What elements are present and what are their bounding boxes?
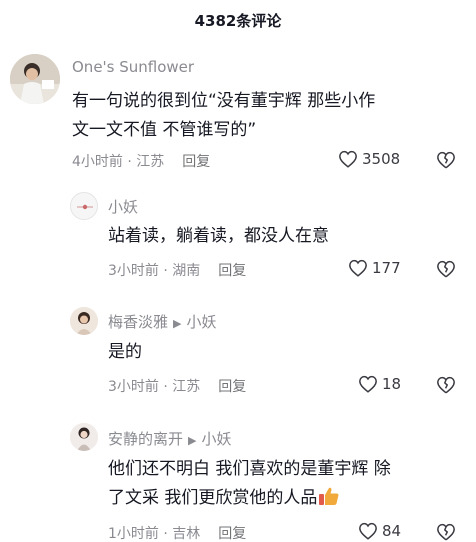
reply-author-line: 安静的离开 ▶ 小妖 — [108, 428, 232, 449]
avatar-image — [70, 423, 98, 451]
heart-outline-icon — [359, 522, 377, 540]
reply-text-line-2: 了文采 我们更欣赏他的人品 — [108, 488, 318, 508]
reply-to-user[interactable]: 小妖 — [201, 430, 231, 448]
reply-avatar[interactable] — [70, 307, 98, 335]
comment-author[interactable]: One's Sunflower — [72, 58, 194, 76]
reply-button[interactable]: 回复 — [218, 379, 246, 395]
comments-count-title: 4382条评论 — [194, 12, 282, 30]
reply-time-location: 1小时前 · 吉林 — [108, 526, 201, 542]
dislike-button[interactable] — [436, 260, 456, 282]
triangle-right-icon: ▶ — [188, 434, 197, 447]
reply-text-line-1: 是的 — [108, 342, 142, 362]
comment-meta: 4小时前 · 江苏 回复 — [72, 151, 210, 171]
reply-time-location: 3小时前 · 湖南 — [108, 263, 201, 279]
avatar[interactable] — [10, 54, 60, 104]
triangle-right-icon: ▶ — [173, 317, 182, 330]
reply-meta: 1小时前 · 吉林 回复 — [108, 523, 246, 542]
reply-button[interactable]: 回复 — [182, 154, 210, 170]
heart-outline-icon — [349, 259, 367, 277]
like-count: 18 — [382, 375, 402, 393]
like-button[interactable]: 177 — [348, 259, 401, 277]
avatar-image — [70, 307, 98, 335]
reply-author[interactable]: 安静的离开 — [108, 430, 183, 448]
heart-outline-icon — [339, 150, 357, 168]
reply-avatar[interactable] — [70, 192, 98, 220]
like-count: 84 — [382, 522, 402, 540]
like-count: 3508 — [362, 150, 401, 168]
reply-text-line-2-wrap: 了文采 我们更欣赏他的人品 — [108, 484, 340, 513]
reply-avatar[interactable] — [70, 423, 98, 451]
thumbs-up-emoji-icon — [318, 486, 340, 506]
broken-heart-icon — [437, 151, 455, 169]
like-button[interactable]: 18 — [358, 375, 401, 393]
reply-button[interactable]: 回复 — [218, 263, 246, 279]
broken-heart-icon — [437, 376, 455, 394]
broken-heart-icon — [437, 260, 455, 278]
like-button[interactable]: 3508 — [338, 150, 400, 168]
reply-text-line-1: 站着读，躺着读，都没人在意 — [108, 226, 329, 246]
comment-text-line-1: 有一句说的很到位“没有董宇辉 那些小作 — [72, 91, 376, 111]
dislike-button[interactable] — [436, 376, 456, 398]
reply-author[interactable]: 小妖 — [108, 196, 138, 217]
reply-meta: 3小时前 · 江苏 回复 — [108, 376, 246, 396]
reply-time-location: 3小时前 · 江苏 — [108, 379, 201, 395]
broken-heart-icon — [437, 523, 455, 541]
heart-outline-icon — [359, 375, 377, 393]
reply-button[interactable]: 回复 — [218, 526, 246, 542]
like-count: 177 — [372, 259, 401, 277]
reply-text-line-1: 他们还不明白 我们喜欢的是董宇辉 除 — [108, 459, 391, 479]
reply-author-line: 梅香淡雅 ▶ 小妖 — [108, 311, 217, 332]
comment-text-line-2: 文一文不值 不管谁写的” — [72, 120, 257, 140]
avatar-image — [71, 193, 97, 219]
dislike-button[interactable] — [436, 151, 456, 173]
avatar-image — [10, 54, 60, 104]
like-button[interactable]: 84 — [358, 522, 401, 540]
reply-meta: 3小时前 · 湖南 回复 — [108, 260, 246, 280]
reply-author[interactable]: 梅香淡雅 — [108, 313, 168, 331]
reply-to-user[interactable]: 小妖 — [186, 313, 216, 331]
dislike-button[interactable] — [436, 523, 456, 542]
comment-time-location: 4小时前 · 江苏 — [72, 154, 165, 170]
